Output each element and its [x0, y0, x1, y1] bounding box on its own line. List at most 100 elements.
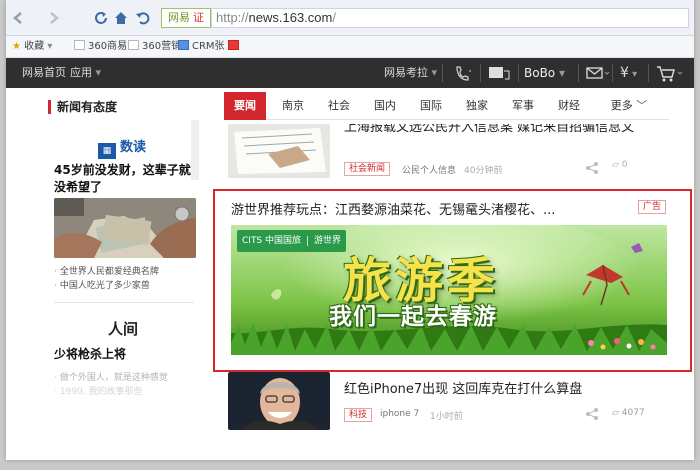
yen-icon[interactable]: ¥ ▾ — [620, 58, 637, 88]
divider — [54, 302, 194, 303]
bookmark-label: CRM张 — [192, 41, 225, 52]
chevron-down-icon: ▾ — [555, 66, 565, 80]
section-title: 新闻有态度 — [48, 100, 117, 114]
divider — [578, 64, 579, 82]
tab-guoji[interactable]: 国际 — [410, 92, 452, 120]
list-item[interactable]: 1990, 我的故事那些 — [54, 384, 143, 397]
user-name: BoBo — [524, 66, 556, 80]
comment-count-label: 0 — [621, 160, 628, 170]
news-tag[interactable]: 社会新闻 — [344, 162, 391, 176]
news-tag[interactable]: 科技 — [344, 408, 373, 422]
tab-nanjing[interactable]: 南京 — [272, 92, 314, 120]
cits-logo-sub: 游世界 — [307, 236, 342, 246]
news-item[interactable]: 红色iPhone7出现 这回库克在打什么算盘 科技 iphone 7 1小时前 … — [228, 372, 668, 452]
ad-highlight[interactable]: 游世界推荐玩点：江西婺源油菜花、无锡鼋头渚樱花、... 广告 CITS 中国国旅… — [213, 189, 692, 372]
site-home-link[interactable]: 网易首页 — [22, 58, 66, 88]
ad-title[interactable]: 游世界推荐玩点：江西婺源油菜花、无锡鼋头渚樱花、... — [231, 199, 555, 218]
divider — [480, 64, 481, 82]
undo-icon[interactable] — [134, 9, 152, 27]
mail-icon[interactable] — [584, 58, 610, 88]
headline-link[interactable]: 45岁前没发财，这辈子就没希望了 — [54, 162, 194, 196]
url-bar[interactable]: http://news.163.com/ — [211, 8, 689, 28]
refresh-icon[interactable] — [92, 9, 110, 27]
comment-count-label: 4077 — [621, 408, 645, 418]
url-path: / — [332, 10, 336, 25]
renjian-logo[interactable]: 人间 — [108, 318, 138, 339]
divider — [518, 64, 519, 82]
banner-slogan: 我们一起去春游 — [329, 304, 497, 330]
bookmark-label: 360营销 — [142, 41, 182, 52]
bookmark-label: 收藏 — [24, 41, 45, 52]
shudu-label: 数读 — [120, 140, 147, 155]
news-item[interactable]: 上海报载文选公民开入信息案 媒记来自招骗信息文 社会新闻 公民个人信息 40分钟… — [228, 124, 668, 180]
back-icon[interactable] — [10, 9, 28, 27]
comment-icon: ▱ — [612, 408, 619, 418]
cits-logo: CITS 中国国旅 游世界 — [237, 230, 347, 252]
news-source: iphone 7 — [380, 409, 420, 419]
tab-junshi[interactable]: 军事 — [502, 92, 544, 120]
divider — [442, 64, 443, 82]
site-top-bar: 网易首页 应用 ▾ 网易考拉 ▾ BoBo ▾ ¥ ▾ — [6, 58, 694, 88]
tab-guonei[interactable]: 国内 — [364, 92, 406, 120]
shudu-logo[interactable]: ▦ 数读 — [98, 136, 146, 159]
news-time: 40分钟前 — [464, 166, 503, 176]
chevron-down-icon: ▾ — [92, 66, 102, 79]
bookmark-star[interactable]: ★ 收藏 ▾ — [12, 40, 52, 54]
browser-window: 网易证 http://news.163.com/ ★ 收藏 ▾ 360商易 36… — [6, 0, 694, 460]
phone-icon[interactable] — [452, 58, 474, 88]
list-item[interactable]: 做个外国人，就是这种感觉 — [54, 370, 168, 383]
tab-dujia[interactable]: 独家 — [456, 92, 498, 120]
ad-badge: 广告 — [637, 200, 666, 214]
site-tag-badge: 证 — [193, 11, 204, 24]
star-icon: ★ — [12, 41, 25, 52]
cart-icon[interactable] — [654, 58, 688, 88]
tab-yaowen[interactable]: 要闻 — [224, 92, 266, 120]
news-title[interactable]: 红色iPhone7出现 这回库克在打什么算盘 — [344, 378, 582, 397]
home-icon[interactable] — [112, 9, 130, 27]
tab-more[interactable]: 更多 ﹀ — [598, 92, 660, 120]
news-source: 公民个人信息 — [402, 166, 457, 176]
browser-toolbar: 网易证 http://news.163.com/ — [6, 0, 694, 36]
list-item[interactable]: 中国人吃光了多少家兽 — [54, 278, 150, 291]
tab-more-label: 更多 — [610, 99, 633, 112]
news-time: 1小时前 — [430, 412, 463, 422]
category-tabs: 要闻 南京 社会 国内 国际 独家 军事 财经 更多 ﹀ — [224, 92, 669, 120]
column-divider — [191, 120, 199, 180]
kaola-menu[interactable]: 网易考拉 ▾ — [384, 58, 437, 88]
bookmarks-bar: ★ 收藏 ▾ 360商易 360营销 CRM张 — [6, 36, 694, 58]
bookmark-red-icon — [228, 40, 239, 50]
news-photo-money[interactable] — [54, 198, 196, 258]
user-menu[interactable]: BoBo ▾ — [524, 58, 565, 88]
bookmark-item[interactable]: 360营销 — [128, 40, 181, 54]
list-item[interactable]: 全世界人民都爱经典名牌 — [54, 264, 159, 277]
share-icon[interactable] — [584, 160, 600, 179]
bookmark-label: 360商易 — [88, 41, 128, 52]
url-scheme: http:// — [216, 10, 249, 25]
chevron-down-icon: ﹀ — [632, 99, 648, 112]
bookmark-item[interactable] — [228, 40, 242, 54]
cube-icon: ▦ — [98, 143, 116, 159]
share-icon[interactable] — [584, 406, 600, 425]
forward-icon[interactable] — [44, 9, 62, 27]
bookmark-item[interactable]: CRM张 — [178, 40, 225, 54]
divider — [612, 64, 613, 82]
page-icon — [128, 40, 139, 50]
chevron-down-icon: ▾ — [428, 66, 438, 79]
tab-shehui[interactable]: 社会 — [318, 92, 360, 120]
left-column: 新闻有态度 ▦ 数读 45岁前没发财，这辈子就没希望了 全世界人民都爱经典名牌 中… — [48, 92, 200, 460]
ad-banner[interactable]: CITS 中国国旅 游世界 旅游季 我们一起去春游 — [231, 225, 667, 355]
crm-icon — [178, 40, 189, 50]
page-icon — [74, 40, 85, 50]
bookmark-item[interactable]: 360商易 — [74, 40, 127, 54]
news-thumbnail[interactable] — [228, 124, 330, 178]
site-security-tag[interactable]: 网易证 — [161, 8, 211, 28]
comment-count[interactable]: ▱ 4077 — [612, 408, 645, 418]
apps-menu[interactable]: 应用 ▾ — [70, 58, 101, 88]
message-icon[interactable] — [486, 58, 512, 88]
kaola-label: 网易考拉 — [384, 66, 428, 79]
divider — [648, 64, 649, 82]
comment-count[interactable]: ▱ 0 — [612, 160, 628, 170]
news-thumbnail[interactable] — [228, 372, 330, 430]
headline-link[interactable]: 少将枪杀上将 — [54, 346, 194, 363]
tab-caijing[interactable]: 财经 — [548, 92, 590, 120]
